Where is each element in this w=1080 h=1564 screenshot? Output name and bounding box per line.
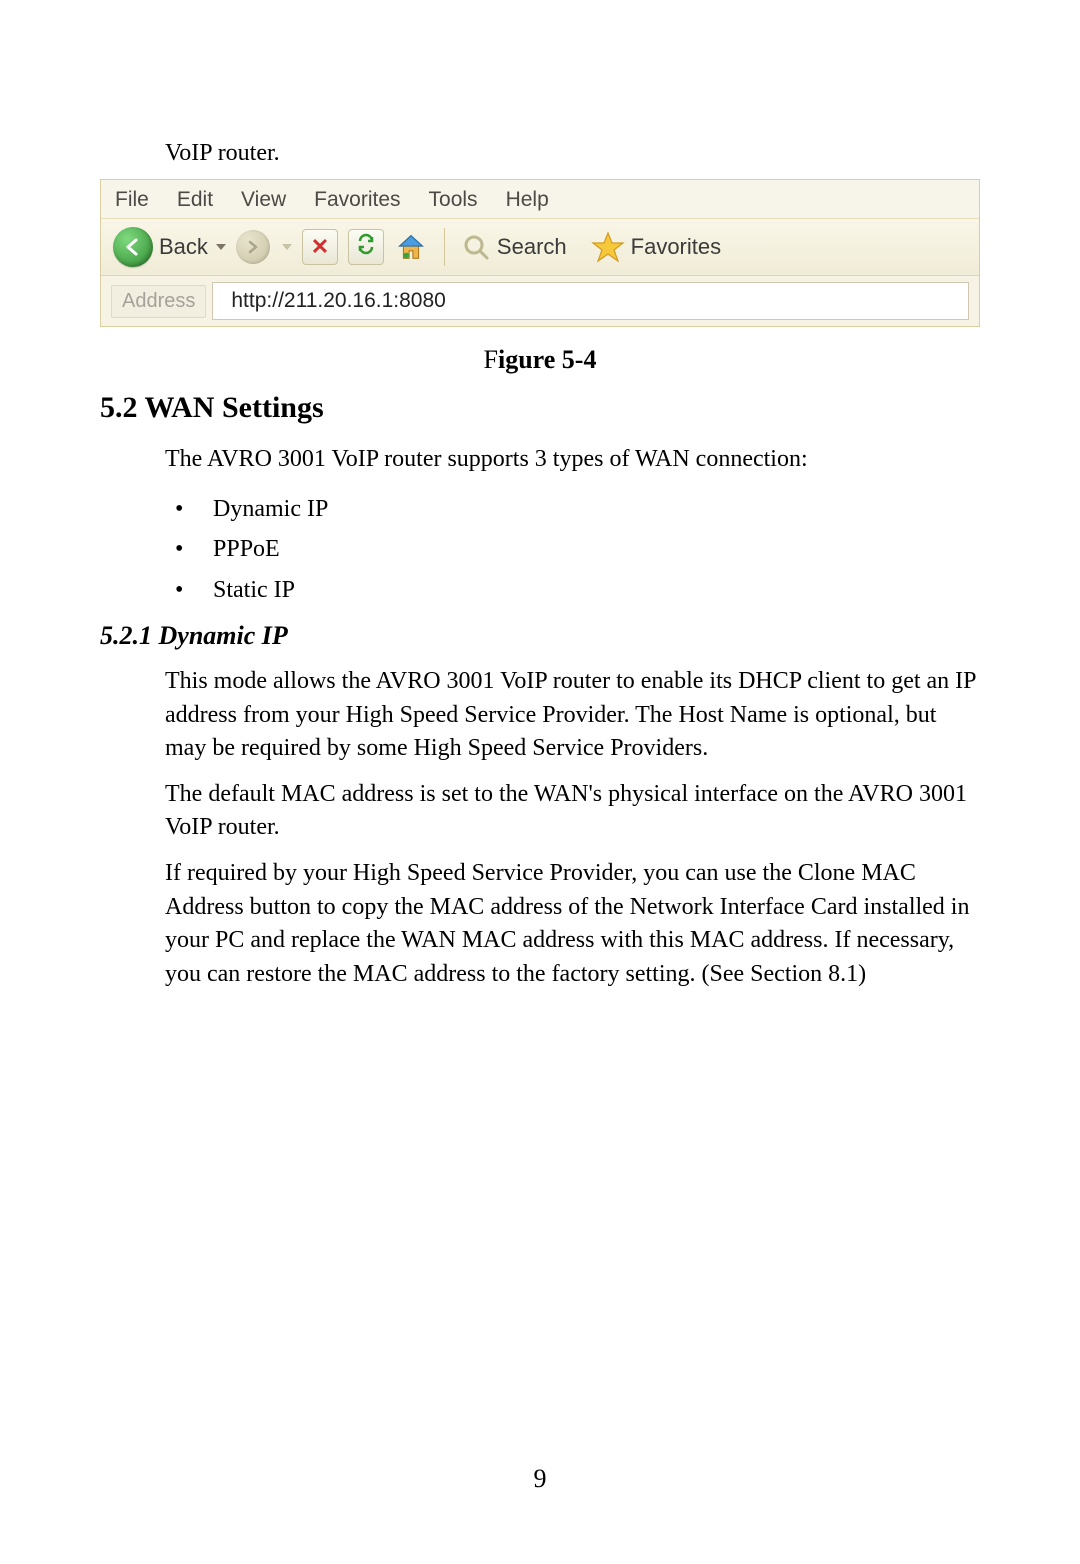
menu-help[interactable]: Help xyxy=(506,188,549,212)
subsection-heading: 5.2.1 Dynamic IP xyxy=(100,621,980,651)
forward-dropdown-icon[interactable] xyxy=(282,244,292,250)
menu-view[interactable]: View xyxy=(241,188,286,212)
menu-favorites[interactable]: Favorites xyxy=(314,188,400,212)
section-heading: 5.2 WAN Settings xyxy=(100,391,980,425)
back-label: Back xyxy=(159,234,208,260)
address-input[interactable]: http://211.20.16.1:8080 xyxy=(212,282,969,320)
refresh-button[interactable] xyxy=(348,229,384,265)
list-item: Dynamic IP xyxy=(175,489,980,530)
search-label: Search xyxy=(497,234,567,260)
back-button[interactable]: Back xyxy=(113,227,226,267)
intro-line: VoIP router. xyxy=(165,140,980,167)
wan-types-list: Dynamic IP PPPoE Static IP xyxy=(175,489,980,611)
favorites-button[interactable]: Favorites xyxy=(591,230,721,264)
toolbar: Back ✕ xyxy=(101,219,979,276)
menu-bar: File Edit View Favorites Tools Help xyxy=(101,180,979,219)
favorites-label: Favorites xyxy=(631,234,721,260)
home-button[interactable] xyxy=(394,230,428,264)
back-dropdown-icon[interactable] xyxy=(216,244,226,250)
dyn-p1: This mode allows the AVRO 3001 VoIP rout… xyxy=(165,665,980,766)
toolbar-separator xyxy=(444,228,445,266)
menu-file[interactable]: File xyxy=(115,188,149,212)
refresh-icon xyxy=(355,233,377,261)
list-item: PPPoE xyxy=(175,529,980,570)
search-icon xyxy=(461,232,491,262)
figure-caption-letter: F xyxy=(484,345,498,374)
dyn-p2: The default MAC address is set to the WA… xyxy=(165,778,980,845)
figure-caption-rest: igure 5-4 xyxy=(498,345,596,374)
page-number: 9 xyxy=(0,1464,1080,1494)
stop-button[interactable]: ✕ xyxy=(302,229,338,265)
wan-intro: The AVRO 3001 VoIP router supports 3 typ… xyxy=(165,443,980,477)
menu-tools[interactable]: Tools xyxy=(429,188,478,212)
list-item: Static IP xyxy=(175,570,980,611)
forward-arrow-icon xyxy=(236,230,270,264)
figure-caption: Figure 5-4 xyxy=(100,345,980,375)
browser-screenshot: File Edit View Favorites Tools Help Back xyxy=(100,179,980,327)
stop-icon: ✕ xyxy=(311,234,329,260)
dyn-p3: If required by your High Speed Service P… xyxy=(165,857,980,991)
search-button[interactable]: Search xyxy=(461,232,567,262)
favorites-star-icon xyxy=(591,230,625,264)
address-bar: Address http://211.20.16.1:8080 xyxy=(101,276,979,326)
menu-edit[interactable]: Edit xyxy=(177,188,213,212)
back-arrow-icon xyxy=(113,227,153,267)
address-label: Address xyxy=(111,285,206,318)
forward-button[interactable] xyxy=(236,230,270,264)
